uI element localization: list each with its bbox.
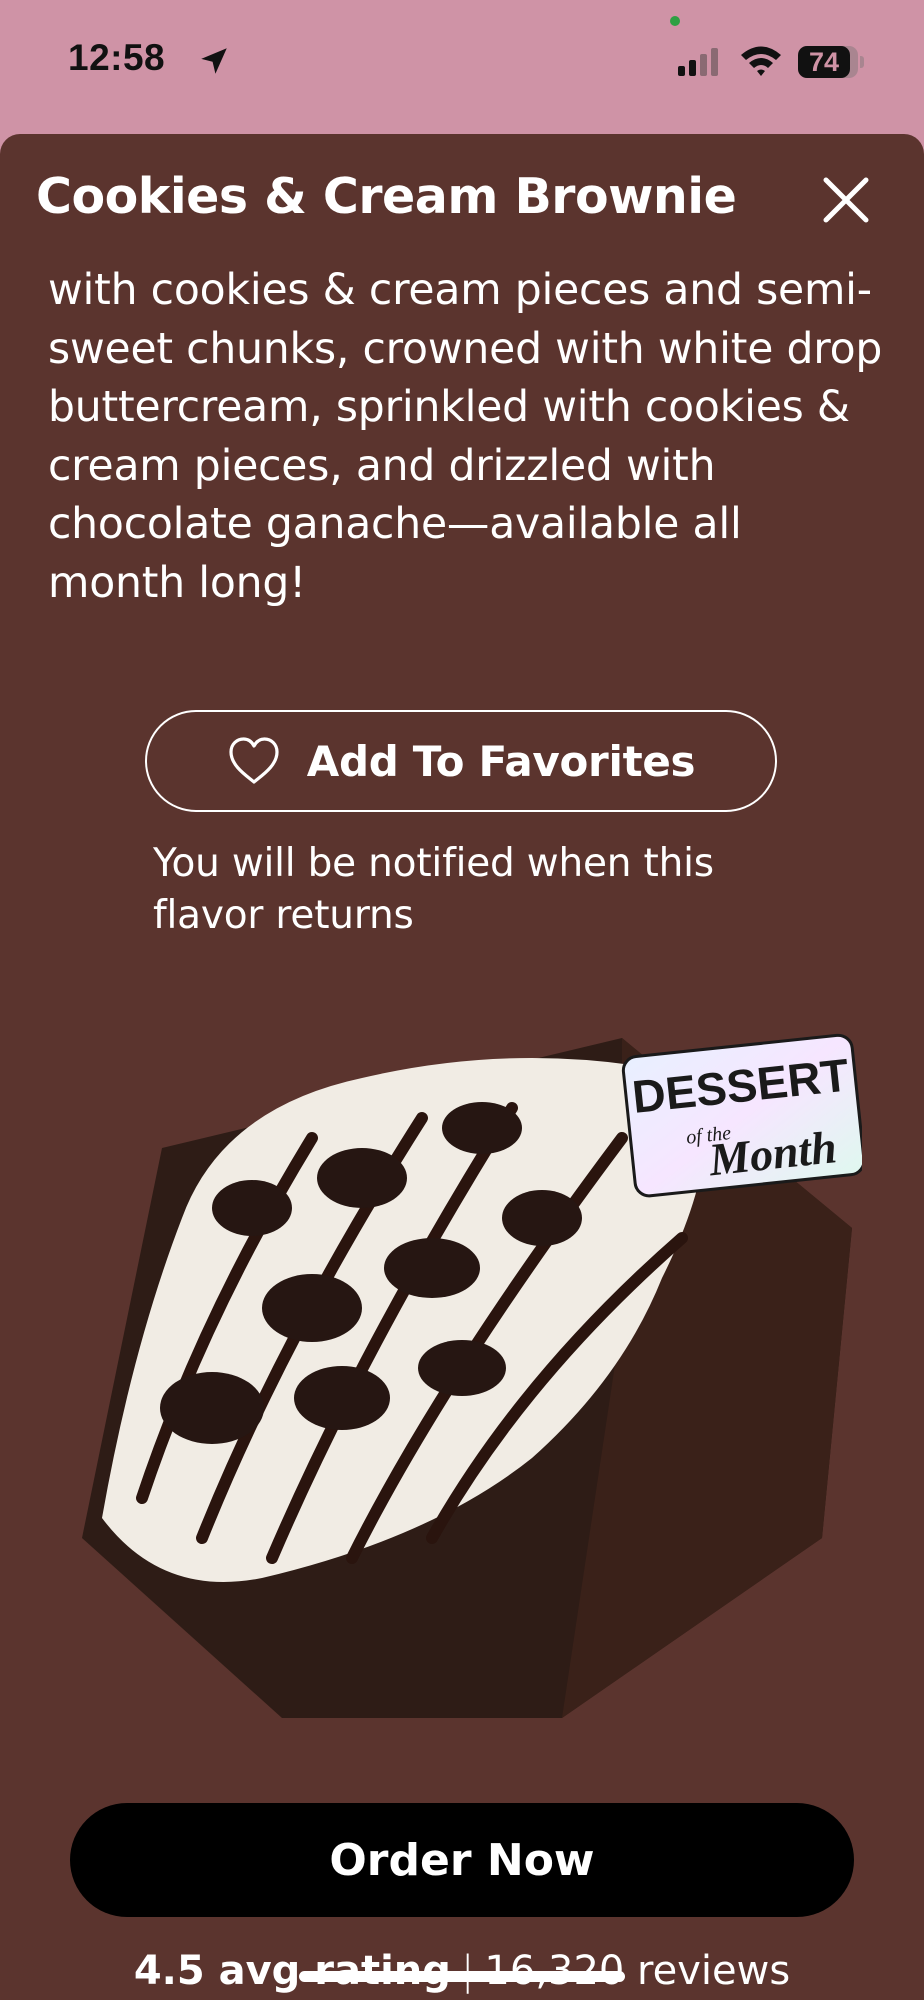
battery-nub bbox=[860, 56, 864, 68]
wifi-icon bbox=[741, 46, 781, 76]
product-image: DESSERT of the Month bbox=[82, 1033, 862, 1718]
product-title: Cookies & Cream Brownie bbox=[36, 168, 737, 225]
order-now-button[interactable]: Order Now bbox=[70, 1803, 854, 1917]
order-now-label: Order Now bbox=[329, 1834, 595, 1886]
cellular-signal-icon bbox=[678, 48, 718, 76]
battery-icon: 74 bbox=[798, 46, 850, 78]
product-description: with cookies & cream pieces and semi-swe… bbox=[48, 266, 883, 608]
notify-message: You will be notified when this flavor re… bbox=[153, 841, 714, 938]
home-indicator[interactable] bbox=[299, 1971, 625, 1982]
privacy-indicator-dot bbox=[670, 16, 680, 26]
add-to-favorites-button[interactable]: Add To Favorites bbox=[145, 710, 777, 812]
status-bar: 12:58 74 bbox=[0, 0, 924, 125]
location-arrow-icon bbox=[201, 48, 227, 74]
heart-outline-icon bbox=[229, 737, 279, 784]
status-time: 12:58 bbox=[68, 37, 166, 78]
close-icon[interactable] bbox=[814, 168, 878, 232]
add-to-favorites-label: Add To Favorites bbox=[306, 736, 696, 786]
